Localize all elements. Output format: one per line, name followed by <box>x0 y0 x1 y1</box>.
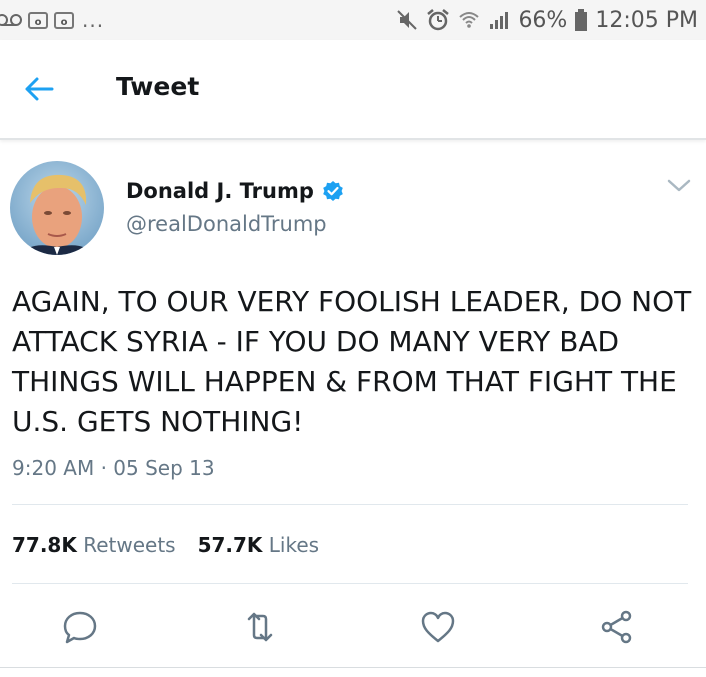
status-bar: o o ... 66% 12:05 PM <box>0 0 706 40</box>
divider <box>12 504 688 505</box>
likes-count: 57.7K <box>197 533 263 557</box>
likes-stat[interactable]: 57.7K Likes <box>198 533 320 557</box>
reply-icon[interactable] <box>60 607 100 647</box>
more-notifications: ... <box>82 8 105 32</box>
retweet-icon[interactable] <box>240 607 280 647</box>
avatar[interactable] <box>10 161 104 255</box>
author-handle[interactable]: @realDonaldTrump <box>126 212 327 236</box>
app-header: Tweet <box>0 40 706 140</box>
tweet-timestamp[interactable]: 9:20 AM · 05 Sep 13 <box>12 456 215 480</box>
like-icon[interactable] <box>418 607 458 647</box>
voicemail-icon <box>0 14 22 26</box>
battery-icon <box>575 9 588 31</box>
status-right-icons: 66% 12:05 PM <box>396 6 698 34</box>
divider <box>12 583 688 584</box>
page-title: Tweet <box>116 72 200 101</box>
alarm-icon <box>427 9 450 31</box>
outlook-icon: o <box>28 11 48 29</box>
wifi-icon <box>459 12 480 28</box>
battery-percent: 66% <box>518 7 568 33</box>
outlook-icon: o <box>54 11 74 29</box>
share-icon[interactable] <box>597 607 637 647</box>
mute-icon <box>397 10 418 30</box>
arrow-left-icon[interactable] <box>22 72 56 106</box>
retweets-count: 77.8K <box>12 533 77 557</box>
retweets-stat[interactable]: 77.8K Retweets <box>12 533 176 557</box>
tweet-text: AGAIN, TO OUR VERY FOOLISH LEADER, DO NO… <box>12 285 692 438</box>
status-left-icons: o o ... <box>0 6 104 34</box>
chevron-down-icon[interactable] <box>666 176 692 196</box>
tweet-stats: 77.8K Retweets 57.7K Likes <box>12 533 319 557</box>
signal-icon <box>490 12 509 29</box>
clock: 12:05 PM <box>595 7 698 33</box>
author-name-row[interactable]: Donald J. Trump <box>126 179 344 203</box>
verified-badge-icon <box>323 181 343 201</box>
retweets-label: Retweets <box>83 533 176 557</box>
author-name[interactable]: Donald J. Trump <box>126 179 314 203</box>
divider <box>0 667 706 668</box>
avatar-image <box>10 161 104 255</box>
likes-label: Likes <box>268 533 320 557</box>
